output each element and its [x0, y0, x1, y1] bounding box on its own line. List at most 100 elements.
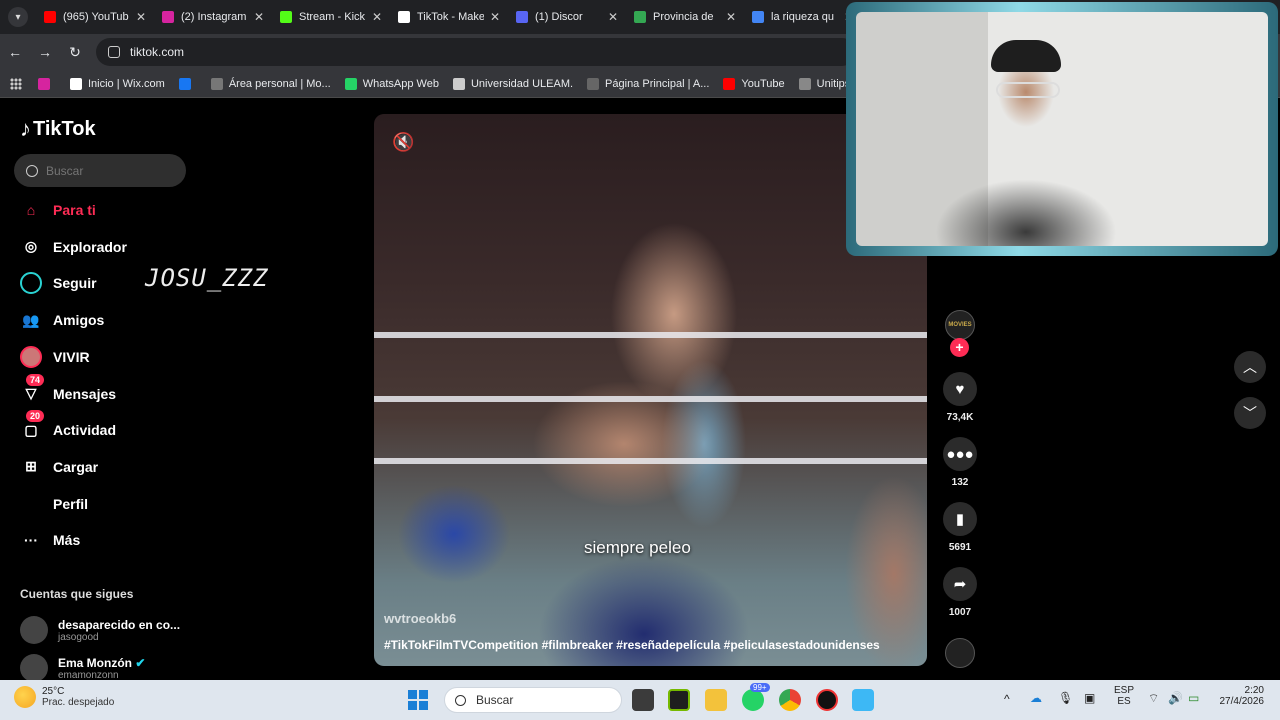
- nav-item-explorador[interactable]: ◎ Explorador: [20, 233, 190, 261]
- tiktok-sidebar: ♪ TikTok ⌂ Para ti ◎ Explorador Seguir 👥 Amigo…: [0, 100, 200, 682]
- heart-icon[interactable]: ♥: [943, 372, 977, 406]
- browser-tab[interactable]: la riqueza qu✕: [744, 4, 862, 30]
- tab-list: (965) YouTub ✕ (2) Instagram ✕ Stream - Kick…: [36, 4, 862, 30]
- bookmark-item[interactable]: WhatsApp Web: [344, 77, 439, 90]
- bookmark-item[interactable]: Página Principal | A...: [587, 77, 709, 90]
- follow-plus-button[interactable]: +: [950, 338, 969, 357]
- bookmark-item[interactable]: [178, 77, 197, 90]
- nav-item-cargar[interactable]: ⊞ Cargar: [20, 453, 190, 481]
- obs-icon[interactable]: [816, 689, 838, 711]
- bookmark-item[interactable]: [38, 77, 56, 90]
- nav-item-más[interactable]: ··· Más: [20, 526, 190, 554]
- site-info-icon[interactable]: [108, 46, 120, 58]
- whatsapp-badge: 99+: [750, 683, 770, 692]
- browser-tab[interactable]: Stream - Kick ✕: [272, 4, 390, 30]
- nav-item-para-ti[interactable]: ⌂ Para ti: [20, 196, 190, 224]
- app-icon[interactable]: [852, 689, 874, 711]
- close-icon[interactable]: ✕: [726, 10, 736, 24]
- close-icon[interactable]: ✕: [608, 10, 618, 24]
- address-bar[interactable]: tiktok.com: [96, 38, 856, 66]
- account-name: Ema Monzón ✔: [58, 656, 145, 670]
- browser-tab[interactable]: TikTok - Make ✕: [390, 4, 508, 30]
- back-button[interactable]: ←: [0, 44, 30, 60]
- clock[interactable]: 2:20 27/4/2026: [1212, 685, 1265, 707]
- search-input[interactable]: [46, 163, 166, 178]
- search-icon: [455, 694, 466, 706]
- browser-tab[interactable]: Provincia de ✕: [626, 4, 744, 30]
- volume-icon[interactable]: 🔊: [1168, 691, 1183, 705]
- person-glasses: [996, 82, 1060, 98]
- taskbar-search[interactable]: Buscar: [444, 687, 622, 713]
- bookmark-icon[interactable]: ▮: [943, 502, 977, 536]
- nav-item-perfil[interactable]: Perfil: [20, 490, 190, 518]
- comment-count: 132: [951, 477, 969, 488]
- browser-tab[interactable]: (965) YouTub ✕: [36, 4, 154, 30]
- browser-tab[interactable]: (1) Discor ✕: [508, 4, 626, 30]
- nav-label: Perfil: [53, 495, 89, 512]
- next-creator-avatar[interactable]: [945, 638, 975, 668]
- video-hashtags[interactable]: #TikTokFilmTVCompetition #filmbreaker #r…: [384, 638, 880, 652]
- bookmark-item[interactable]: YouTube: [723, 77, 785, 90]
- bookmark-favicon-icon: [70, 77, 82, 90]
- nav-item-actividad[interactable]: ▢ 20 Actividad: [20, 410, 190, 444]
- nav-item-mensajes[interactable]: ▽ 74 Mensajes: [20, 373, 190, 408]
- bookmark-item[interactable]: Universidad ULEAM.: [452, 77, 573, 90]
- friends-icon: 👥: [22, 311, 40, 328]
- search-icon: [26, 164, 38, 177]
- task-view-icon[interactable]: [632, 689, 654, 711]
- save-action: ▮ 5691: [936, 502, 984, 553]
- video-player[interactable]: 🔇 siempre peleo wvtroeokb6 #TikTokFilmTV…: [374, 114, 927, 666]
- video-author[interactable]: wvtroeokb6: [384, 611, 456, 626]
- close-icon[interactable]: ✕: [136, 10, 146, 24]
- weather-widget[interactable]: 25°C Prac. despejado: [14, 686, 114, 708]
- bookmark-label: Inicio | Wix.com: [88, 77, 165, 90]
- followed-account[interactable]: desaparecido en co... jasogood: [20, 616, 195, 644]
- wifi-icon[interactable]: ⌔: [1148, 691, 1159, 706]
- browser-tab[interactable]: (2) Instagram ✕: [154, 4, 272, 30]
- tiktok-logo[interactable]: ♪ TikTok: [20, 116, 96, 142]
- microphone-icon[interactable]: 🎙: [1058, 691, 1073, 705]
- bookmark-item[interactable]: Inicio | Wix.com: [70, 77, 165, 90]
- tab-search-button[interactable]: ▾: [8, 7, 28, 27]
- display-icon[interactable]: ▣: [1084, 691, 1095, 705]
- webcam-overlay: [846, 2, 1278, 256]
- upload-icon: ⊞: [25, 458, 37, 475]
- bookmark-label: YouTube: [741, 77, 785, 90]
- close-icon[interactable]: ✕: [372, 10, 382, 24]
- apps-icon[interactable]: [10, 77, 22, 90]
- forward-button[interactable]: →: [30, 44, 60, 60]
- windows-start-icon[interactable]: [408, 690, 428, 710]
- onedrive-icon[interactable]: ☁: [1030, 691, 1042, 705]
- search-box[interactable]: [14, 154, 186, 187]
- bookmark-favicon-icon: [210, 77, 223, 90]
- nav-item-amigos[interactable]: 👥 Amigos: [20, 306, 190, 334]
- file-explorer-icon[interactable]: [705, 689, 727, 711]
- language-indicator[interactable]: ESP ES: [1114, 685, 1134, 707]
- battery-icon[interactable]: ▭: [1188, 691, 1199, 705]
- previous-video-button[interactable]: ︿: [1234, 351, 1266, 383]
- chevron-up-tray-icon[interactable]: ^: [1004, 692, 1010, 706]
- reload-button[interactable]: ↻: [60, 44, 90, 61]
- nav-label: Explorador: [53, 238, 127, 255]
- close-icon[interactable]: ✕: [490, 10, 500, 24]
- share-icon[interactable]: ➦: [943, 567, 977, 601]
- bookmark-item[interactable]: Área personal | Mo...: [210, 77, 331, 90]
- comment-icon[interactable]: ●●●: [943, 437, 977, 471]
- followed-account[interactable]: Ema Monzón ✔ emamonzonn: [20, 654, 195, 682]
- close-icon[interactable]: ✕: [254, 10, 264, 24]
- account-handle: jasogood: [58, 631, 99, 643]
- bookmark-label: WhatsApp Web: [362, 77, 439, 90]
- bookmark-label: Área personal | Mo...: [228, 77, 331, 90]
- mute-icon[interactable]: 🔇: [392, 132, 414, 153]
- next-video-button[interactable]: ﹀: [1234, 397, 1266, 429]
- nvidia-icon[interactable]: [668, 689, 690, 711]
- nav-item-vivir[interactable]: VIVIR: [20, 343, 190, 371]
- bookmark-favicon-icon: [798, 77, 811, 90]
- person-hair: [991, 40, 1061, 72]
- creator-avatar[interactable]: MOVIES: [945, 310, 975, 340]
- tab-favicon-icon: [162, 11, 174, 23]
- whatsapp-icon[interactable]: 99+: [742, 683, 770, 711]
- tiktok-note-icon: ♪: [20, 116, 31, 141]
- chrome-icon[interactable]: [779, 689, 801, 711]
- following-icon: [20, 272, 42, 295]
